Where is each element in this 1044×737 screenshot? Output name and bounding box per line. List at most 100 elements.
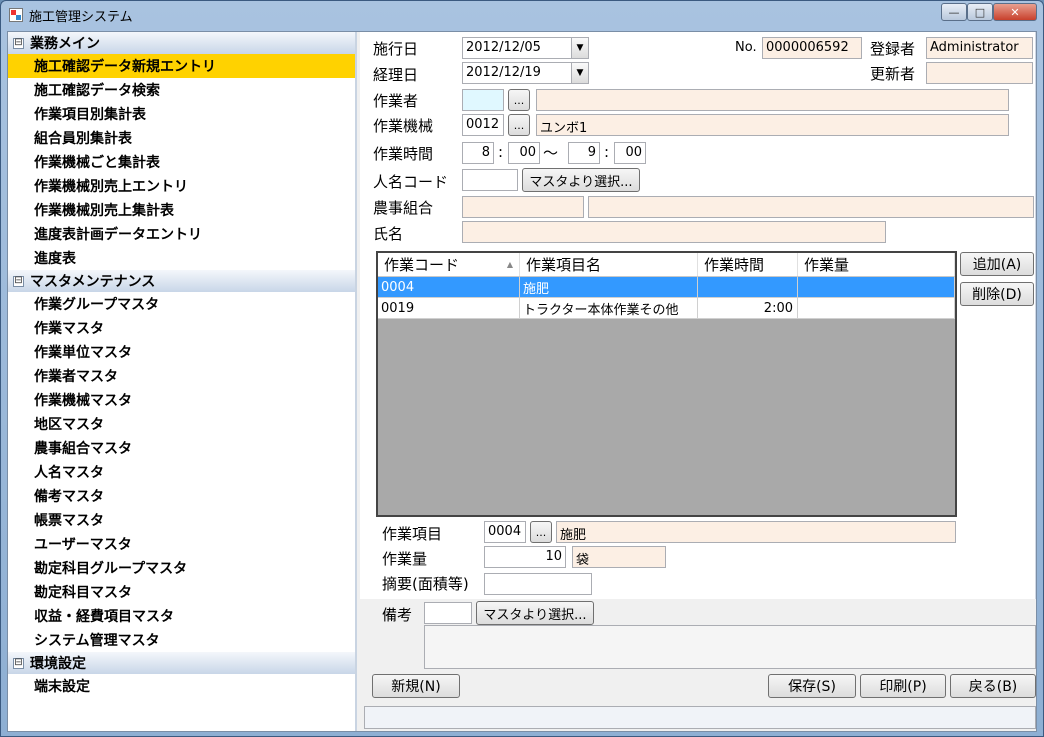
minimize-button[interactable]: — [941, 3, 967, 21]
quantity-input[interactable]: 10 [484, 546, 566, 568]
sidebar-item-by-machine[interactable]: 作業機械ごと集計表 [8, 150, 355, 174]
sidebar-group-label: マスタメンテナンス [30, 274, 156, 290]
sidebar-group-master[interactable]: ⊟ マスタメンテナンス [8, 270, 355, 292]
cell-time [698, 277, 798, 297]
work-time-label: 作業時間 [373, 145, 434, 163]
name-label: 氏名 [373, 225, 404, 243]
sidebar-item-revenue-expense-master[interactable]: 収益・経費項目マスタ [8, 604, 355, 628]
union-name-field [588, 196, 1034, 218]
sidebar-item-work-group-master[interactable]: 作業グループマスタ [8, 292, 355, 316]
save-button[interactable]: 保存(S) [768, 674, 856, 698]
sidebar-item-machine-sales-summary[interactable]: 作業機械別売上集計表 [8, 198, 355, 222]
delete-row-button[interactable]: 削除(D) [960, 282, 1034, 306]
registrant-label: 登録者 [870, 40, 916, 58]
col-header-name[interactable]: 作業項目名 [520, 253, 698, 276]
keiri-date-picker[interactable]: 2012/12/19 ▼ [462, 62, 589, 84]
machine-name-field: ユンボ1 [536, 114, 1009, 136]
keiri-date-label: 経理日 [373, 66, 419, 84]
col-header-qty[interactable]: 作業量 [798, 253, 955, 276]
sidebar-item-by-member[interactable]: 組合員別集計表 [8, 126, 355, 150]
person-code-label: 人名コード [373, 173, 449, 191]
sidebar-group-label: 環境設定 [30, 656, 86, 672]
sidebar-item-person-master[interactable]: 人名マスタ [8, 460, 355, 484]
chevron-down-icon[interactable]: ▼ [571, 63, 588, 83]
sidebar-item-by-work-item[interactable]: 作業項目別集計表 [8, 102, 355, 126]
add-row-button[interactable]: 追加(A) [960, 252, 1034, 276]
time-separator: : [498, 143, 504, 161]
col-header-code[interactable]: 作業コード ▲ [378, 253, 520, 276]
sidebar-item-work-master[interactable]: 作業マスタ [8, 316, 355, 340]
sidebar-item-remarks-master[interactable]: 備考マスタ [8, 484, 355, 508]
cell-code: 0019 [378, 298, 520, 318]
person-master-select-button[interactable]: マスタより選択... [522, 168, 640, 192]
end-minute-input[interactable]: 00 [614, 142, 646, 164]
remarks-textarea[interactable] [424, 625, 1036, 669]
collapse-icon[interactable]: ⊟ [13, 657, 24, 669]
person-code-input[interactable] [462, 169, 518, 191]
table-row[interactable]: 0019 トラクター本体作業その他 2:00 [378, 298, 955, 319]
status-bar [364, 706, 1036, 729]
summary-label: 摘要(面積等) [382, 575, 469, 593]
no-field: 0000006592 [762, 37, 862, 59]
sidebar-item-system-master[interactable]: システム管理マスタ [8, 628, 355, 652]
col-header-time[interactable]: 作業時間 [698, 253, 798, 276]
machine-lookup-button[interactable]: ... [508, 114, 530, 136]
new-button[interactable]: 新規(N) [372, 674, 460, 698]
sidebar-item-machine-sales-entry[interactable]: 作業機械別売上エントリ [8, 174, 355, 198]
window-title: 施工管理システム [29, 9, 133, 25]
print-button[interactable]: 印刷(P) [860, 674, 946, 698]
worker-label: 作業者 [373, 92, 419, 110]
app-icon [9, 8, 23, 22]
worker-code-input[interactable] [462, 89, 504, 111]
summary-input[interactable] [484, 573, 592, 595]
sidebar-item-new-entry[interactable]: 施工確認データ新規エントリ [8, 54, 355, 78]
quantity-label: 作業量 [382, 550, 428, 568]
work-item-lookup-button[interactable]: ... [530, 521, 552, 543]
sidebar-item-account-master[interactable]: 勘定科目マスタ [8, 580, 355, 604]
col-header-label: 作業コード [384, 256, 460, 274]
keiri-date-value: 2012/12/19 [466, 65, 541, 80]
work-items-grid[interactable]: 作業コード ▲ 作業項目名 作業時間 作業量 0004 施肥 0019 トラクタ… [376, 251, 957, 517]
title-bar[interactable]: 施工管理システム — □ ✕ [1, 1, 1043, 29]
sidebar-group-label: 業務メイン [30, 36, 100, 52]
start-minute-input[interactable]: 00 [508, 142, 540, 164]
sidebar-item-worker-master[interactable]: 作業者マスタ [8, 364, 355, 388]
sidebar-item-machine-master[interactable]: 作業機械マスタ [8, 388, 355, 412]
machine-code-input[interactable]: 0012 [462, 114, 504, 136]
sidebar-item-progress-plan-entry[interactable]: 進度表計画データエントリ [8, 222, 355, 246]
sidebar-group-gyoumu[interactable]: ⊟ 業務メイン [8, 32, 355, 54]
sidebar-item-terminal-settings[interactable]: 端末設定 [8, 674, 355, 698]
shikou-date-picker[interactable]: 2012/12/05 ▼ [462, 37, 589, 59]
cell-code: 0004 [378, 277, 520, 297]
close-button[interactable]: ✕ [993, 3, 1037, 21]
client-area: ⊟ 業務メイン 施工確認データ新規エントリ 施工確認データ検索 作業項目別集計表… [7, 31, 1037, 732]
end-hour-input[interactable]: 9 [568, 142, 600, 164]
work-item-code-input[interactable]: 0004 [484, 521, 526, 543]
start-hour-input[interactable]: 8 [462, 142, 494, 164]
sidebar-item-user-master[interactable]: ユーザーマスタ [8, 532, 355, 556]
sidebar-item-union-master[interactable]: 農事組合マスタ [8, 436, 355, 460]
collapse-icon[interactable]: ⊟ [13, 275, 24, 287]
sidebar-item-work-unit-master[interactable]: 作業単位マスタ [8, 340, 355, 364]
cell-qty [798, 277, 955, 297]
name-field [462, 221, 886, 243]
updater-field [926, 62, 1033, 84]
sidebar-item-area-master[interactable]: 地区マスタ [8, 412, 355, 436]
app-window: 施工管理システム — □ ✕ ⊟ 業務メイン 施工確認データ新規エントリ 施工確… [0, 0, 1044, 737]
sidebar-item-progress[interactable]: 進度表 [8, 246, 355, 270]
sidebar-item-account-group-master[interactable]: 勘定科目グループマスタ [8, 556, 355, 580]
sidebar-tree: ⊟ 業務メイン 施工確認データ新規エントリ 施工確認データ検索 作業項目別集計表… [8, 32, 357, 731]
sidebar-group-settings[interactable]: ⊟ 環境設定 [8, 652, 355, 674]
chevron-down-icon[interactable]: ▼ [571, 38, 588, 58]
remarks-code-input[interactable] [424, 602, 472, 624]
worker-lookup-button[interactable]: ... [508, 89, 530, 111]
work-item-label: 作業項目 [382, 525, 443, 543]
sidebar-item-form-master[interactable]: 帳票マスタ [8, 508, 355, 532]
union-code-field [462, 196, 584, 218]
table-row[interactable]: 0004 施肥 [378, 277, 955, 298]
back-button[interactable]: 戻る(B) [950, 674, 1036, 698]
remarks-master-select-button[interactable]: マスタより選択... [476, 601, 594, 625]
collapse-icon[interactable]: ⊟ [13, 37, 24, 49]
sidebar-item-search[interactable]: 施工確認データ検索 [8, 78, 355, 102]
maximize-button[interactable]: □ [967, 3, 993, 21]
